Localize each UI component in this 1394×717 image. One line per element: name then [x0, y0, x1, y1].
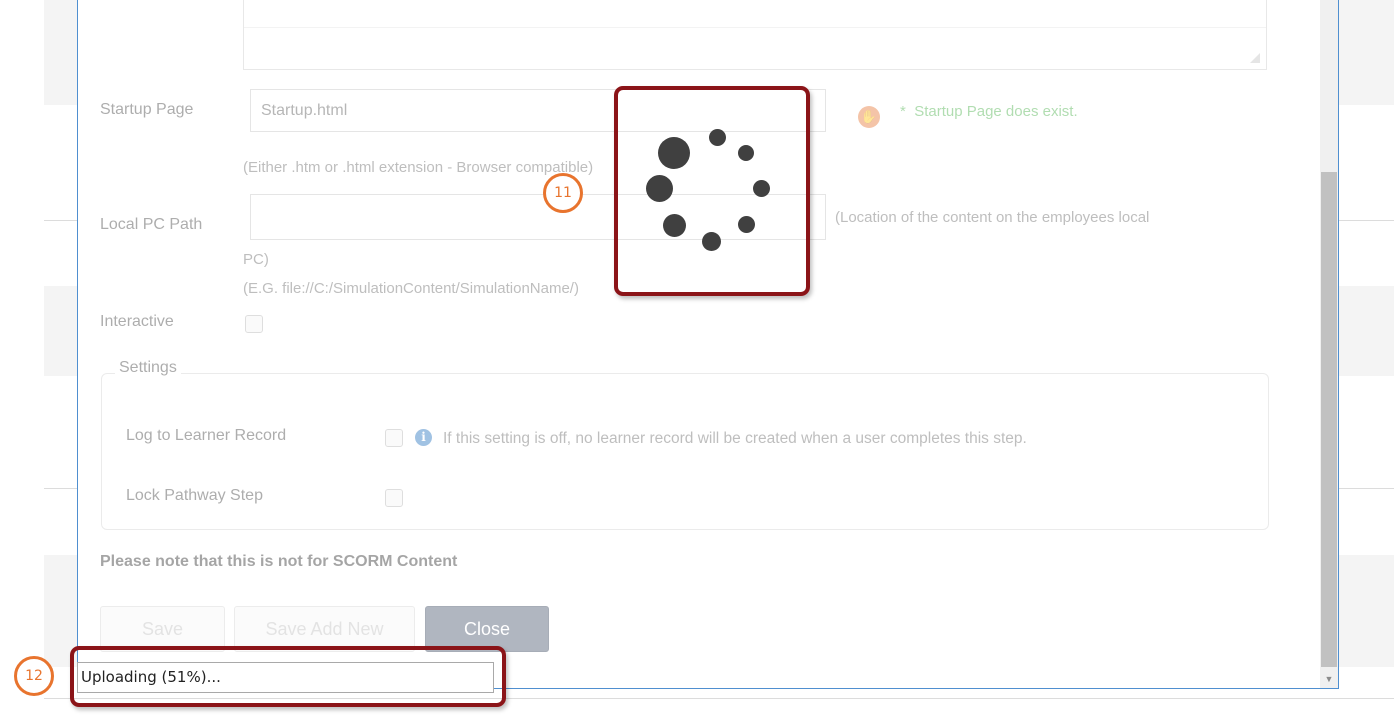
- scrollbar[interactable]: ▼: [1320, 0, 1338, 688]
- interactive-checkbox[interactable]: [245, 315, 263, 333]
- scroll-down-icon[interactable]: ▼: [1320, 670, 1338, 688]
- hand-icon: ✋: [858, 106, 880, 128]
- settings-fieldset: [101, 373, 1269, 530]
- scorm-note: Please note that this is not for SCORM C…: [100, 553, 458, 570]
- status-asterisk: *: [900, 103, 906, 120]
- settings-legend: Settings: [115, 359, 181, 377]
- textarea-line: [244, 27, 1266, 28]
- interactive-label: Interactive: [100, 313, 174, 330]
- lock-step-label: Lock Pathway Step: [126, 487, 263, 504]
- upload-highlight: [70, 646, 506, 707]
- startup-page-hint: (Either .htm or .html extension - Browse…: [243, 159, 594, 176]
- local-path-hint-cont: PC): [243, 251, 269, 268]
- description-textarea[interactable]: [243, 0, 1267, 70]
- local-path-example: (E.G. file://C:/SimulationContent/Simula…: [243, 280, 579, 297]
- spinner-highlight: [614, 86, 810, 296]
- local-path-hint: (Location of the content on the employee…: [835, 209, 1150, 226]
- log-learner-label: Log to Learner Record: [126, 427, 287, 444]
- scrollbar-thumb[interactable]: [1321, 172, 1337, 667]
- local-path-label: Local PC Path: [100, 216, 203, 233]
- callout-number-12: 12: [14, 656, 54, 696]
- log-learner-checkbox[interactable]: [385, 429, 403, 447]
- resize-grip-icon[interactable]: [1250, 53, 1260, 63]
- startup-page-label: Startup Page: [100, 101, 194, 118]
- startup-page-status: * Startup Page does exist.: [900, 103, 1078, 120]
- status-message: Startup Page does exist.: [914, 103, 1078, 120]
- log-learner-info: If this setting is off, no learner recor…: [443, 430, 1027, 447]
- info-icon: i: [415, 429, 432, 446]
- lock-step-checkbox[interactable]: [385, 489, 403, 507]
- callout-number-11: 11: [543, 173, 583, 213]
